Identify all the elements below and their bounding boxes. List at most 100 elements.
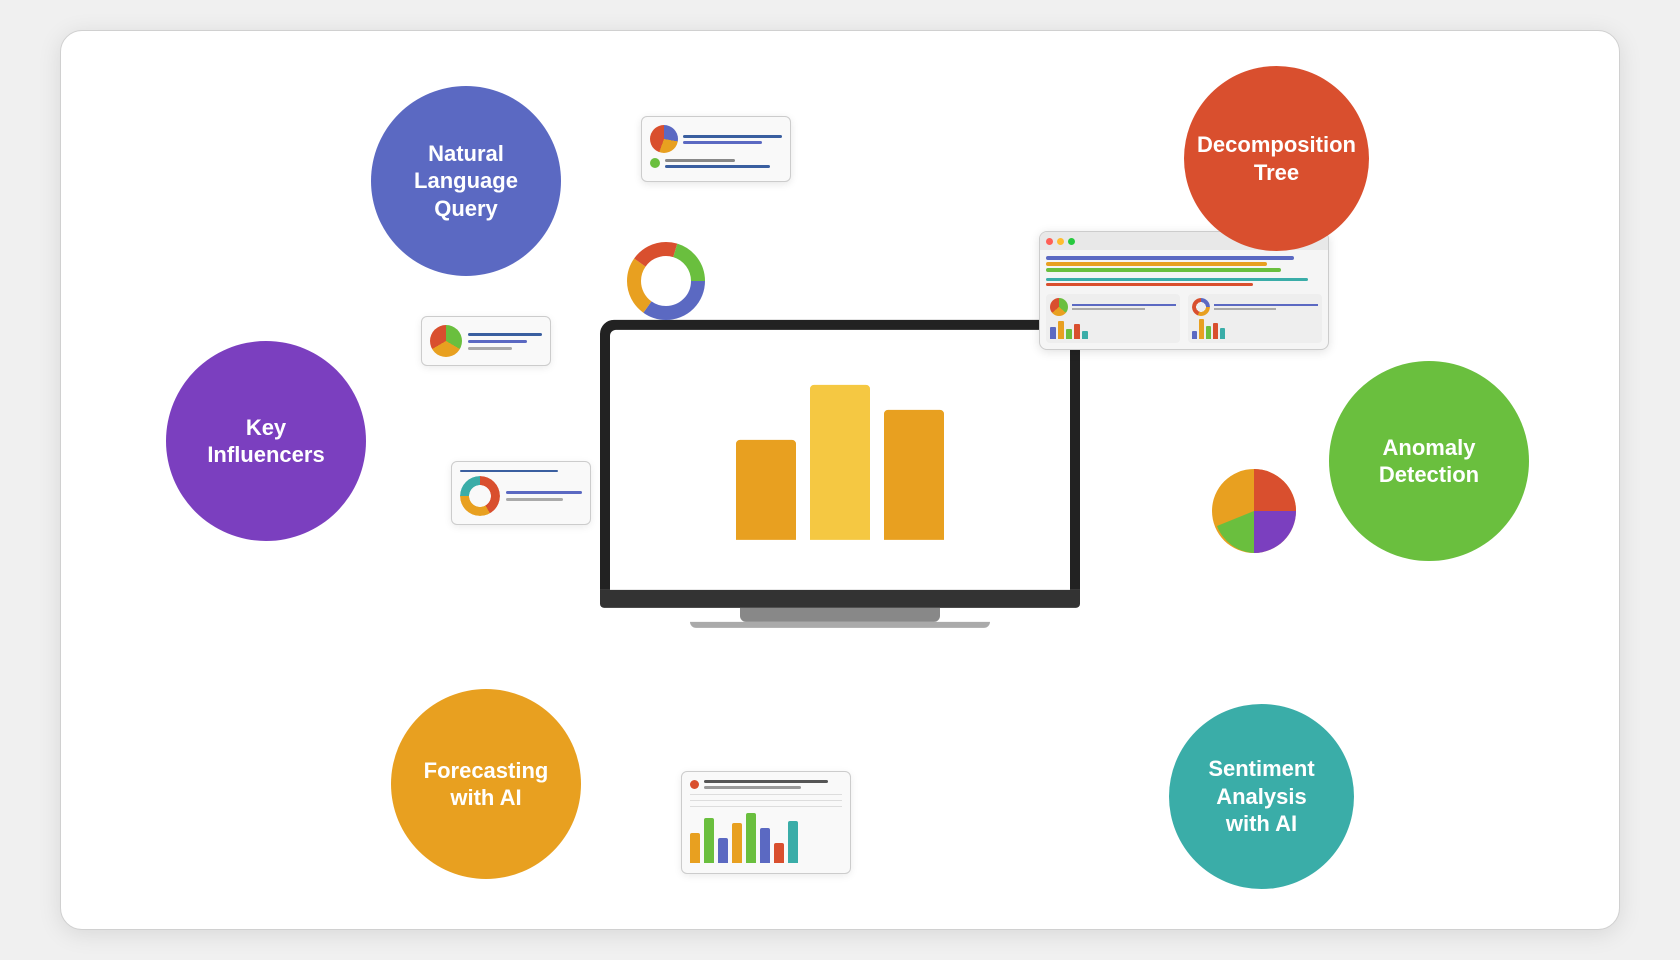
donut-svg	[621, 236, 711, 326]
slb-line-1	[506, 491, 582, 494]
decomp-label: Decomposition Tree	[1197, 131, 1356, 186]
bcc-l1	[704, 780, 828, 783]
dl-1	[1046, 278, 1308, 281]
b4	[1074, 324, 1080, 339]
bcc-top	[690, 780, 842, 789]
mc1-top	[1050, 298, 1176, 316]
dl-2	[1046, 283, 1253, 286]
bcc-bars	[690, 810, 842, 865]
mc2-l1	[1214, 304, 1318, 306]
dash-mini-charts	[1046, 294, 1322, 343]
laptop-base	[600, 590, 1080, 608]
pie-right-svg	[1209, 466, 1299, 556]
circle-key[interactable]: Key Influencers	[166, 341, 366, 541]
donut-chart-float	[621, 236, 711, 331]
pbi-bars	[716, 380, 964, 540]
b2	[1058, 321, 1064, 339]
dash-leg-2	[1046, 262, 1267, 266]
nlq-label: Natural Language Query	[414, 140, 518, 223]
rc-line-4	[665, 165, 770, 168]
dash-content	[1040, 250, 1328, 349]
mc2-l2	[1214, 308, 1276, 310]
slt-line-2	[468, 340, 527, 343]
bb7	[774, 843, 784, 863]
bb4	[732, 823, 742, 863]
dash-leg-1	[1046, 256, 1294, 260]
dot-green	[1068, 238, 1075, 245]
mc1-bars	[1050, 319, 1176, 339]
main-card: Natural Language Query Decomposition Tre…	[60, 30, 1620, 930]
laptop	[600, 320, 1080, 628]
b8	[1206, 326, 1211, 339]
mc1-l2	[1072, 308, 1145, 310]
rc-row-1	[650, 125, 782, 153]
dash-lines-block	[1046, 278, 1322, 286]
bb1	[690, 833, 700, 863]
b10	[1220, 328, 1225, 339]
mc1-lines	[1072, 304, 1176, 310]
bcc-l2	[704, 786, 801, 789]
sentiment-label: Sentiment Analysis with AI	[1208, 755, 1314, 838]
mc1-pie	[1050, 298, 1068, 316]
slb-lines	[506, 491, 582, 501]
laptop-stand	[740, 608, 940, 622]
slt-line-1	[468, 333, 542, 336]
slt-lines	[468, 333, 542, 350]
circle-anomaly[interactable]: Anomaly Detection	[1329, 361, 1529, 561]
slt-line-3	[468, 347, 512, 350]
rc-line-2	[683, 141, 762, 144]
mc2-bars	[1192, 319, 1318, 339]
laptop-screen-outer	[600, 320, 1080, 590]
b5	[1082, 331, 1088, 339]
mini-chart-1	[1046, 294, 1180, 343]
report-card-top	[641, 116, 791, 182]
bb2	[704, 818, 714, 863]
dash-legend	[1046, 256, 1322, 272]
pie-slice-2	[1254, 511, 1296, 553]
pbi-bar-3	[884, 410, 944, 540]
bb5	[746, 813, 756, 863]
pie-slice-1	[1254, 469, 1296, 511]
circle-nlq[interactable]: Natural Language Query	[371, 86, 561, 276]
rc-lines-2	[665, 159, 782, 168]
circle-sentiment[interactable]: Sentiment Analysis with AI	[1169, 704, 1354, 889]
circle-decomp[interactable]: Decomposition Tree	[1184, 66, 1369, 251]
slt-pie	[430, 325, 462, 357]
b6	[1192, 331, 1197, 339]
slt-row	[430, 325, 542, 357]
bcc-y-axis	[690, 794, 842, 807]
bcc-yline-1	[690, 794, 842, 795]
slb-line-top	[460, 470, 558, 472]
pbi-bar-2	[810, 385, 870, 540]
dash-leg-3	[1046, 268, 1281, 272]
bb6	[760, 828, 770, 863]
anomaly-label: Anomaly Detection	[1379, 434, 1479, 489]
circle-forecast[interactable]: Forecasting with AI	[391, 689, 581, 879]
rc-line-1	[683, 135, 782, 138]
b3	[1066, 329, 1072, 339]
mini-chart-2	[1188, 294, 1322, 343]
small-card-left-top	[421, 316, 551, 366]
rc-pie-icon	[650, 125, 678, 153]
laptop-screen-inner	[610, 330, 1070, 590]
b9	[1213, 323, 1218, 339]
mc1-l1	[1072, 304, 1176, 306]
rc-lines	[683, 135, 782, 144]
pie-chart-right	[1209, 466, 1299, 561]
bcc-yline-3	[690, 806, 842, 807]
slb-donut	[460, 476, 500, 516]
bcc-lines	[704, 780, 842, 789]
b1	[1050, 327, 1056, 339]
dot-yellow	[1057, 238, 1064, 245]
b7	[1199, 319, 1204, 339]
rc-row-2	[650, 158, 782, 168]
mc2-donut	[1192, 298, 1210, 316]
mc2-top	[1192, 298, 1318, 316]
slb-line-2	[506, 498, 563, 501]
bb8	[788, 821, 798, 863]
dot-red	[1046, 238, 1053, 245]
rc-line-3	[665, 159, 735, 162]
bcc-yline-2	[690, 800, 842, 801]
bb3	[718, 838, 728, 863]
pbi-bar-1	[736, 440, 796, 540]
